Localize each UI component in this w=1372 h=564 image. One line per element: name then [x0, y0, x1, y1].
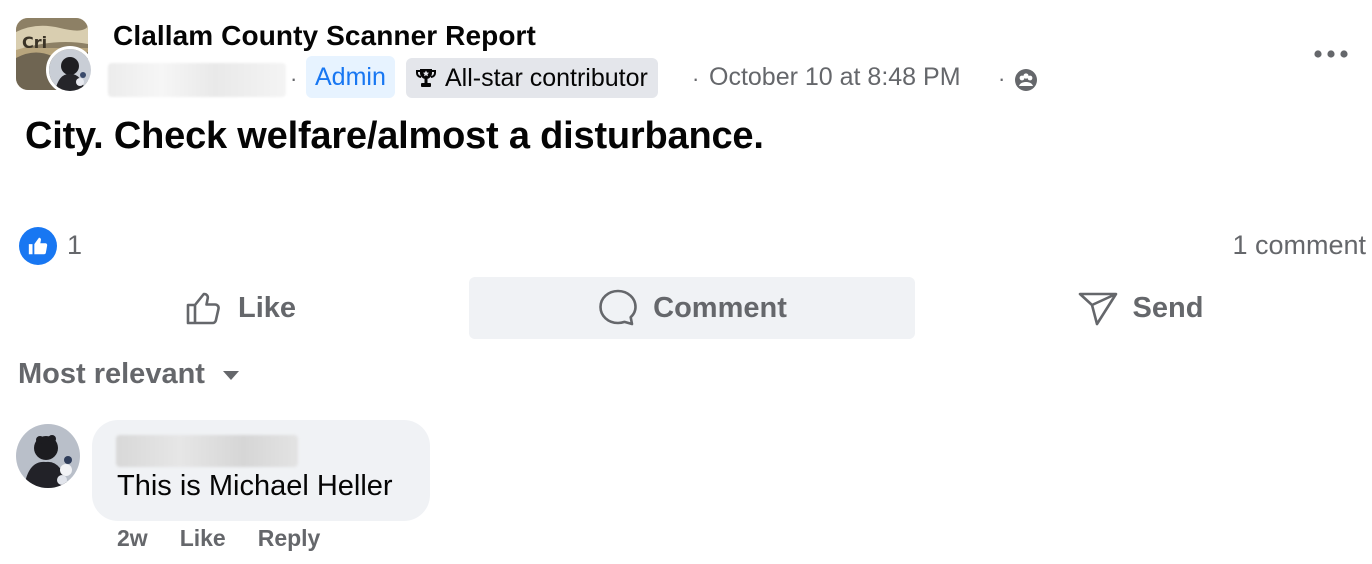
admin-badge[interactable]: Admin [306, 56, 395, 98]
comment-label: Comment [653, 291, 787, 324]
send-button[interactable]: Send [1040, 277, 1240, 339]
comment-actions: 2w Like Reply [117, 525, 320, 552]
trophy-icon [414, 66, 438, 90]
thumbs-up-reaction-icon[interactable] [19, 227, 57, 265]
caret-down-icon [221, 369, 241, 381]
speech-bubble-icon [597, 287, 639, 329]
group-members-icon [1014, 68, 1038, 92]
author-name-redacted[interactable] [108, 63, 286, 97]
commenter-name-redacted[interactable] [116, 435, 298, 467]
thumbs-up-outline-icon [184, 288, 224, 328]
group-name-link[interactable]: Clallam County Scanner Report [113, 20, 536, 52]
meta-separator: · [998, 66, 1006, 91]
comment-count-link[interactable]: 1 comment [1232, 230, 1366, 261]
meta-separator: · [290, 66, 298, 91]
comment-sort-dropdown[interactable]: Most relevant [18, 358, 241, 391]
post-timestamp[interactable]: October 10 at 8:48 PM [709, 63, 961, 92]
author-avatar[interactable] [46, 46, 94, 94]
comment-reply-link[interactable]: Reply [258, 525, 321, 552]
sort-label: Most relevant [18, 358, 205, 390]
more-horizontal-icon[interactable] [1312, 44, 1350, 64]
post-body: City. Check welfare/almost a disturbance… [25, 115, 764, 157]
comment-age[interactable]: 2w [117, 525, 148, 552]
like-button[interactable]: Like [150, 277, 330, 339]
comment-text: This is Michael Heller [117, 470, 393, 502]
meta-separator: · [692, 66, 700, 91]
like-label: Like [237, 291, 297, 324]
allstar-contributor-badge[interactable]: All-star contributor [406, 58, 658, 98]
reaction-count[interactable]: 1 [67, 230, 82, 261]
commenter-avatar[interactable] [16, 424, 80, 488]
send-label: Send [1132, 291, 1204, 324]
svg-text:Cri: Cri [22, 33, 47, 52]
comment-like-link[interactable]: Like [180, 525, 226, 552]
send-arrow-icon [1077, 287, 1119, 329]
comment-button[interactable]: Comment [469, 277, 915, 339]
allstar-badge-label: All-star contributor [445, 64, 648, 92]
